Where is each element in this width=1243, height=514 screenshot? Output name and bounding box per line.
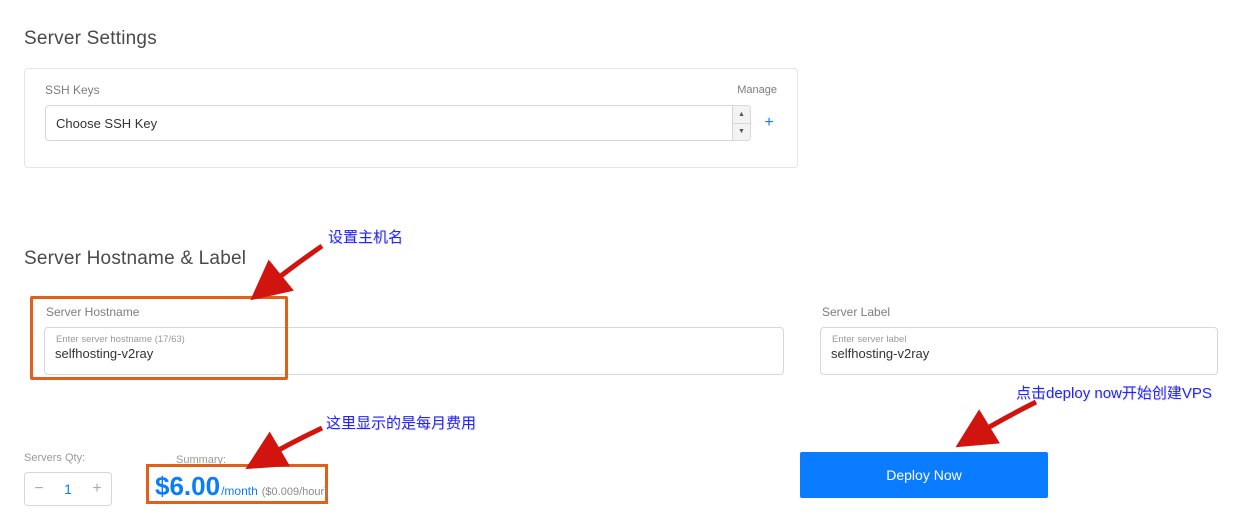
price-highlight-box: $6.00 /month ($0.009/hour) [146, 464, 328, 504]
server-label-label: Server Label [820, 305, 1218, 319]
price-hourly: ($0.009/hour) [262, 486, 328, 498]
annotation-hostname: 设置主机名 [328, 226, 403, 247]
qty-increment-button[interactable]: + [83, 473, 111, 505]
chevron-up-icon[interactable]: ▲ [733, 106, 750, 123]
servers-qty-stepper[interactable]: − 1 + [24, 472, 112, 506]
plus-icon: + [764, 114, 773, 132]
server-label-input[interactable]: Enter server label selfhosting-v2ray [820, 327, 1218, 375]
select-spinner[interactable]: ▲ ▼ [732, 106, 750, 140]
annotation-deploy: 点击deploy now开始创建VPS [1016, 382, 1212, 403]
server-settings-card: SSH Keys Manage Choose SSH Key ▲ ▼ + [24, 68, 798, 168]
hostname-input[interactable]: Enter server hostname (17/63) selfhostin… [44, 327, 784, 375]
qty-value: 1 [53, 481, 83, 497]
chevron-down-icon[interactable]: ▼ [733, 123, 750, 141]
ssh-key-select[interactable]: Choose SSH Key ▲ ▼ [45, 105, 751, 141]
ssh-keys-label: SSH Keys [45, 83, 100, 97]
arrow-icon [238, 422, 330, 474]
deploy-now-button[interactable]: Deploy Now [800, 452, 1048, 498]
server-label-value: selfhosting-v2ray [831, 346, 929, 361]
arrow-icon [240, 238, 330, 308]
server-settings-heading: Server Settings [24, 28, 157, 50]
ssh-key-selected-value: Choose SSH Key [56, 116, 157, 131]
hostname-label: Server Hostname [44, 305, 784, 319]
summary-label: Summary: [176, 454, 226, 466]
server-label-field-wrap: Server Label Enter server label selfhost… [820, 305, 1218, 375]
arrow-icon [950, 396, 1046, 452]
hostname-section-heading: Server Hostname & Label [24, 248, 246, 270]
hostname-value: selfhosting-v2ray [55, 346, 153, 361]
qty-decrement-button[interactable]: − [25, 473, 53, 505]
hostname-field-wrap: Server Hostname Enter server hostname (1… [44, 305, 784, 375]
server-label-float-label: Enter server label [832, 334, 906, 345]
add-ssh-key-button[interactable]: + [761, 115, 777, 131]
annotation-price: 这里显示的是每月费用 [326, 412, 476, 433]
price-period: /month [221, 484, 258, 498]
price-amount: $6.00 [155, 467, 220, 505]
ssh-manage-link[interactable]: Manage [737, 84, 777, 96]
servers-qty-label: Servers Qty: [24, 452, 85, 464]
hostname-float-label: Enter server hostname (17/63) [56, 334, 185, 345]
